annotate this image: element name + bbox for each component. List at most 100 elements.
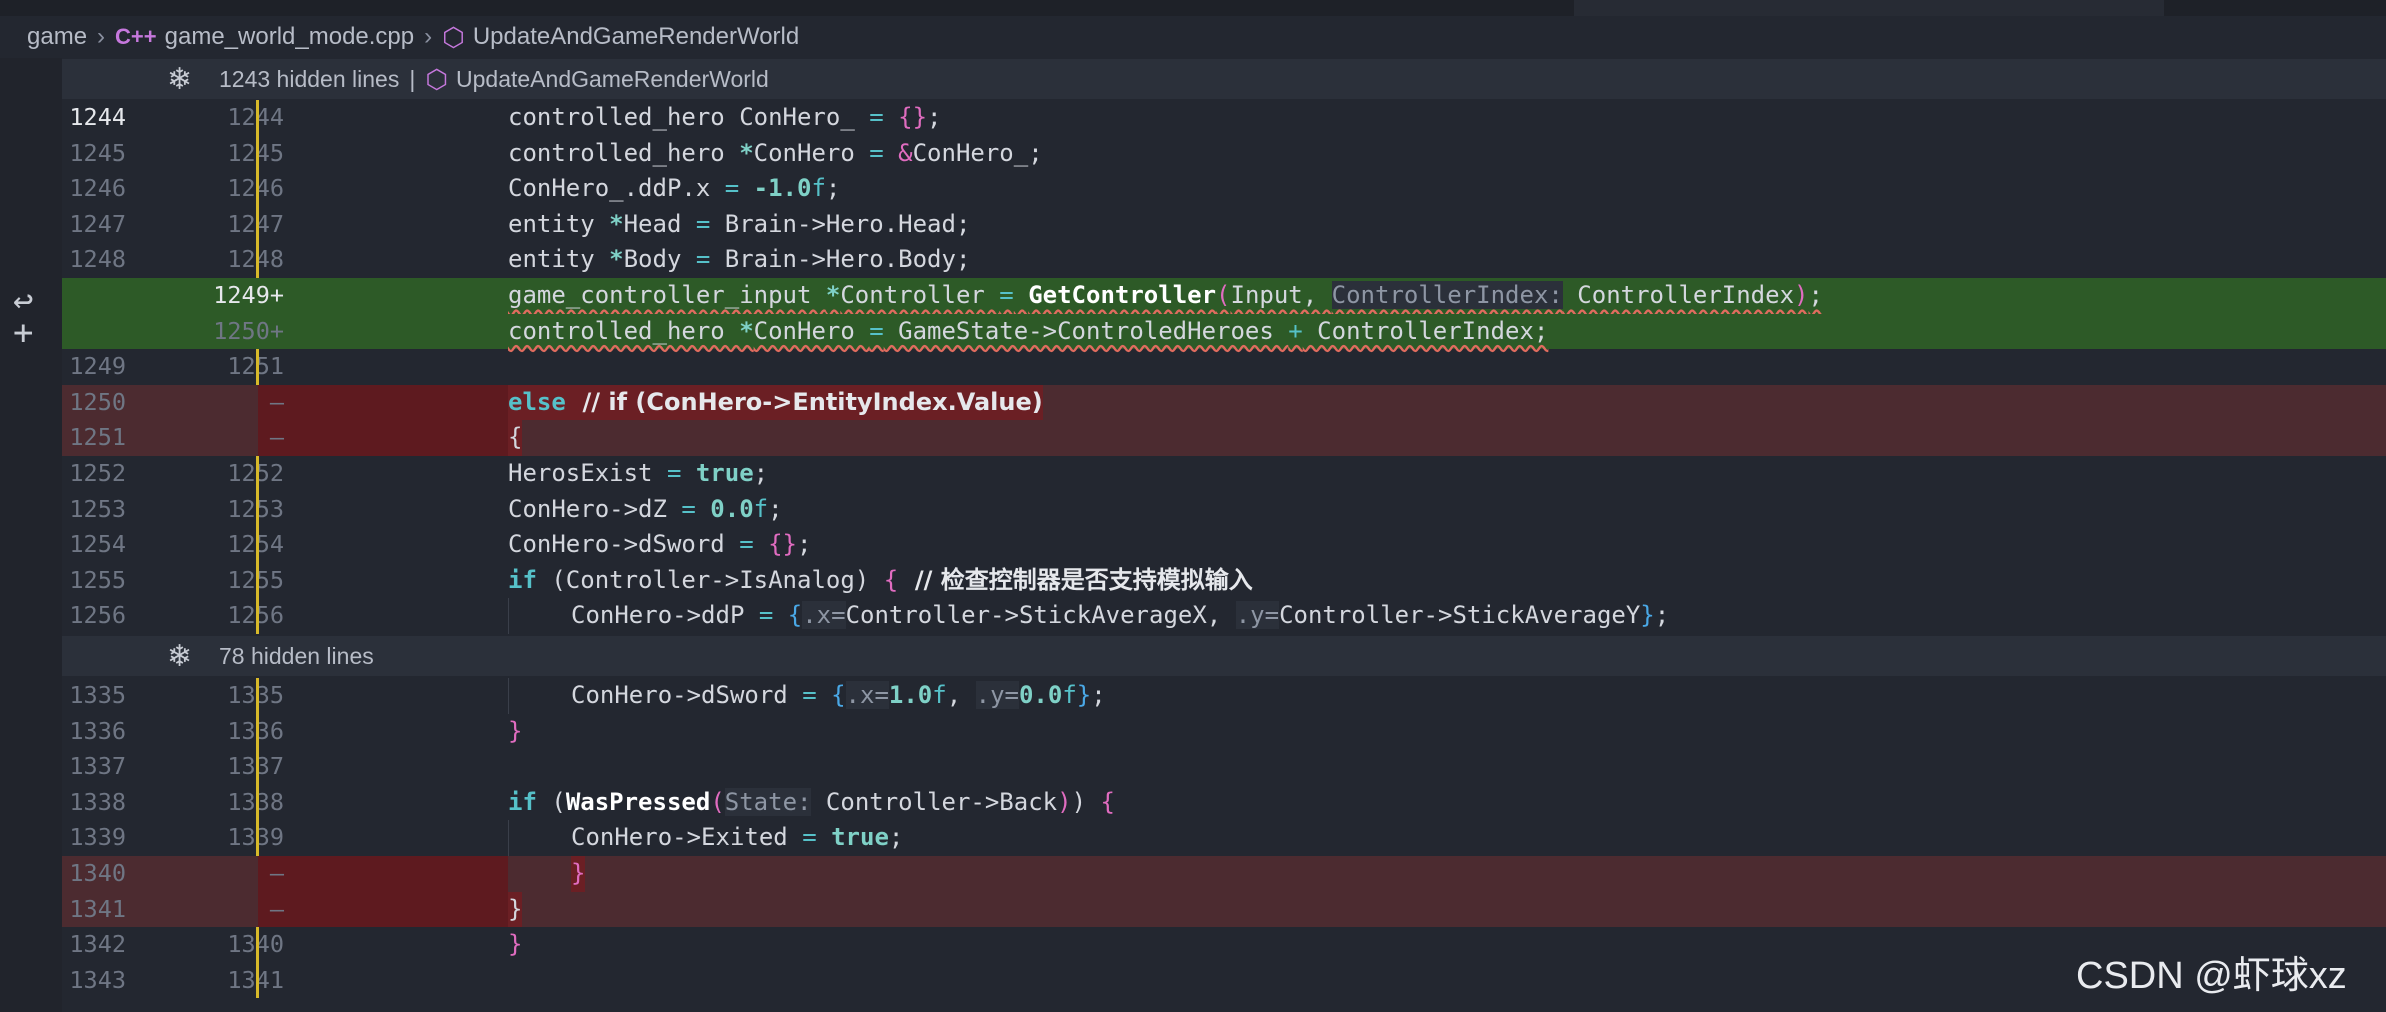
modified-gutter-marker [256, 678, 259, 714]
new-line-number: 1252 [157, 456, 284, 492]
old-line-number [62, 278, 126, 314]
diff-line-removed[interactable]: 1340 — } [62, 856, 2386, 892]
code-text: controlled_hero *ConHero = GameState->Co… [508, 316, 1549, 345]
code-text: ConHero->ddP = {.x=Controller->StickAver… [571, 601, 1670, 630]
code-text: } [508, 930, 523, 959]
old-line-number: 1248 [69, 245, 126, 274]
indent-guide [508, 678, 509, 714]
modified-gutter-marker [256, 749, 259, 785]
modified-gutter-marker [256, 784, 259, 821]
code-text: ConHero->dSword = {.x=1.0f, .y=0.0f}; [571, 681, 1106, 709]
code-text: HerosExist = true; [508, 459, 769, 487]
new-line-number: 1247 [157, 207, 284, 243]
diff-line[interactable]: 1343 1341 [62, 962, 2386, 999]
diff-line[interactable]: 1336 1336 } [62, 713, 2386, 750]
new-line-number: 1336 [157, 714, 284, 750]
hidden-lines-banner-top[interactable]: ❄ 1243 hidden lines | ⬡ UpdateAndGameRen… [62, 59, 2386, 99]
code-text: else // if (ConHero->EntityIndex.Value) [508, 384, 1043, 421]
diff-line[interactable]: 1256 1256 ConHero->ddP = {.x=Controller-… [62, 598, 2386, 634]
old-line-number: 1335 [69, 681, 126, 709]
modified-gutter-marker [256, 527, 259, 563]
modified-gutter-marker [256, 135, 259, 172]
code-text: ConHero->dSword = {}; [508, 530, 812, 559]
old-line-number: 1340 [69, 859, 126, 887]
expand-fold-icon[interactable]: ❄ [167, 639, 219, 674]
new-line-number: 1253 [157, 492, 284, 528]
diff-line[interactable]: 1252 1252 HerosExist = true; [62, 456, 2386, 492]
hidden-lines-banner-mid[interactable]: ❄ 78 hidden lines [62, 636, 2386, 676]
diff-line[interactable]: 1339 1339 ConHero->Exited = true; [62, 820, 2386, 856]
diff-line[interactable]: 1337 1337 [62, 749, 2386, 785]
old-line-number: 1339 [69, 823, 126, 852]
diff-line-added[interactable]: 1249+ game_controller_input *Controller … [62, 278, 2386, 314]
breadcrumb: game › C++ game_world_mode.cpp › ⬡ Updat… [0, 16, 2386, 58]
modified-gutter-marker [256, 171, 259, 207]
title-bar [0, 0, 2386, 16]
modified-gutter-marker [256, 562, 259, 599]
old-line-number: 1247 [69, 209, 126, 238]
modified-gutter-marker [256, 713, 259, 750]
diff-line[interactable]: 1338 1338 if (WasPressed(State: Controll… [62, 784, 2386, 821]
modified-gutter-marker [256, 456, 259, 492]
new-line-number: 1250+ [213, 316, 284, 345]
modified-gutter-marker [256, 820, 259, 856]
diff-line[interactable]: 1255 1255 if (Controller->IsAnalog) { //… [62, 562, 2386, 599]
modified-gutter-marker [256, 206, 259, 243]
code-text: } [571, 856, 586, 892]
old-line-number: 1253 [69, 494, 126, 523]
indent-guide [508, 820, 509, 856]
diff-line[interactable]: 1244 1244 controlled_hero ConHero_ = {}; [62, 100, 2386, 136]
new-line-number: 1245 [157, 136, 284, 172]
new-line-number: 1335 [157, 678, 284, 714]
code-text: } [508, 716, 523, 745]
old-line-number: 1249 [69, 352, 126, 381]
diff-line[interactable]: 1249 1251 [62, 349, 2386, 385]
new-line-number: 1338 [157, 785, 284, 821]
diff-line[interactable]: 1342 1340 } [62, 927, 2386, 963]
watermark: CSDN @虾球xz [2076, 955, 2347, 997]
new-line-number: 1249+ [213, 281, 284, 309]
new-line-number: 1251 [157, 349, 284, 385]
modified-gutter-marker [256, 242, 259, 278]
tab-strip[interactable] [1574, 0, 2164, 16]
parameter-hint: ControllerIndex: [1331, 281, 1563, 309]
expand-fold-icon[interactable]: ❄ [167, 62, 219, 97]
diff-line[interactable]: 1248 1248 entity *Body = Brain->Hero.Bod… [62, 242, 2386, 278]
diff-line[interactable]: 1245 1245 controlled_hero *ConHero = &Co… [62, 135, 2386, 172]
old-line-number: 1341 [69, 894, 126, 923]
code-text: entity *Head = Brain->Hero.Head; [508, 209, 971, 238]
method-cube-icon: ⬡ [425, 63, 449, 94]
diff-editor[interactable]: ❄ 1243 hidden lines | ⬡ UpdateAndGameRen… [62, 58, 2386, 1012]
stage-change-icon[interactable]: + [13, 316, 33, 350]
new-line-number: 1244 [157, 100, 284, 136]
breadcrumb-folder[interactable]: game [27, 23, 87, 51]
diff-line-added[interactable]: 1250+ controlled_hero *ConHero = GameSta… [62, 313, 2386, 350]
diff-line-removed[interactable]: 1251 — { [62, 420, 2386, 456]
hidden-lines-count: 1243 hidden lines [219, 65, 400, 92]
code-text: { [508, 420, 523, 456]
breadcrumb-file[interactable]: game_world_mode.cpp [165, 23, 414, 51]
new-line-number: 1254 [157, 527, 284, 563]
old-line-number: 1337 [69, 752, 126, 781]
old-line-number: 1338 [69, 787, 126, 816]
old-line-number: 1254 [69, 530, 126, 559]
diff-line[interactable]: 1335 1335 ConHero->dSword = {.x=1.0f, .y… [62, 678, 2386, 714]
modified-gutter-marker [256, 349, 259, 385]
diff-line[interactable]: 1253 1253 ConHero->dZ = 0.0f; [62, 491, 2386, 528]
modified-gutter-marker [256, 927, 259, 963]
new-line-number: 1256 [157, 598, 284, 634]
breadcrumb-symbol[interactable]: UpdateAndGameRenderWorld [473, 23, 799, 51]
diff-line-removed[interactable]: 1250 — else // if (ConHero->EntityIndex.… [62, 384, 2386, 421]
code-text: ConHero->dZ = 0.0f; [508, 494, 783, 523]
old-line-number [62, 314, 126, 350]
cpp-file-icon: C++ [115, 24, 157, 49]
diff-line[interactable]: 1254 1254 ConHero->dSword = {}; [62, 527, 2386, 563]
code-text: game_controller_input *Controller = GetC… [508, 281, 1823, 309]
code-text: ConHero_.ddP.x = -1.0f; [508, 174, 841, 203]
diff-line[interactable]: 1246 1246 ConHero_.ddP.x = -1.0f; [62, 171, 2386, 207]
left-rail: ↩ + [0, 58, 62, 1012]
diff-line-removed[interactable]: 1341 — } [62, 891, 2386, 928]
chevron-right-icon: › [424, 23, 433, 50]
diff-line[interactable]: 1247 1247 entity *Head = Brain->Hero.Hea… [62, 206, 2386, 243]
removed-marker: — [269, 387, 284, 416]
